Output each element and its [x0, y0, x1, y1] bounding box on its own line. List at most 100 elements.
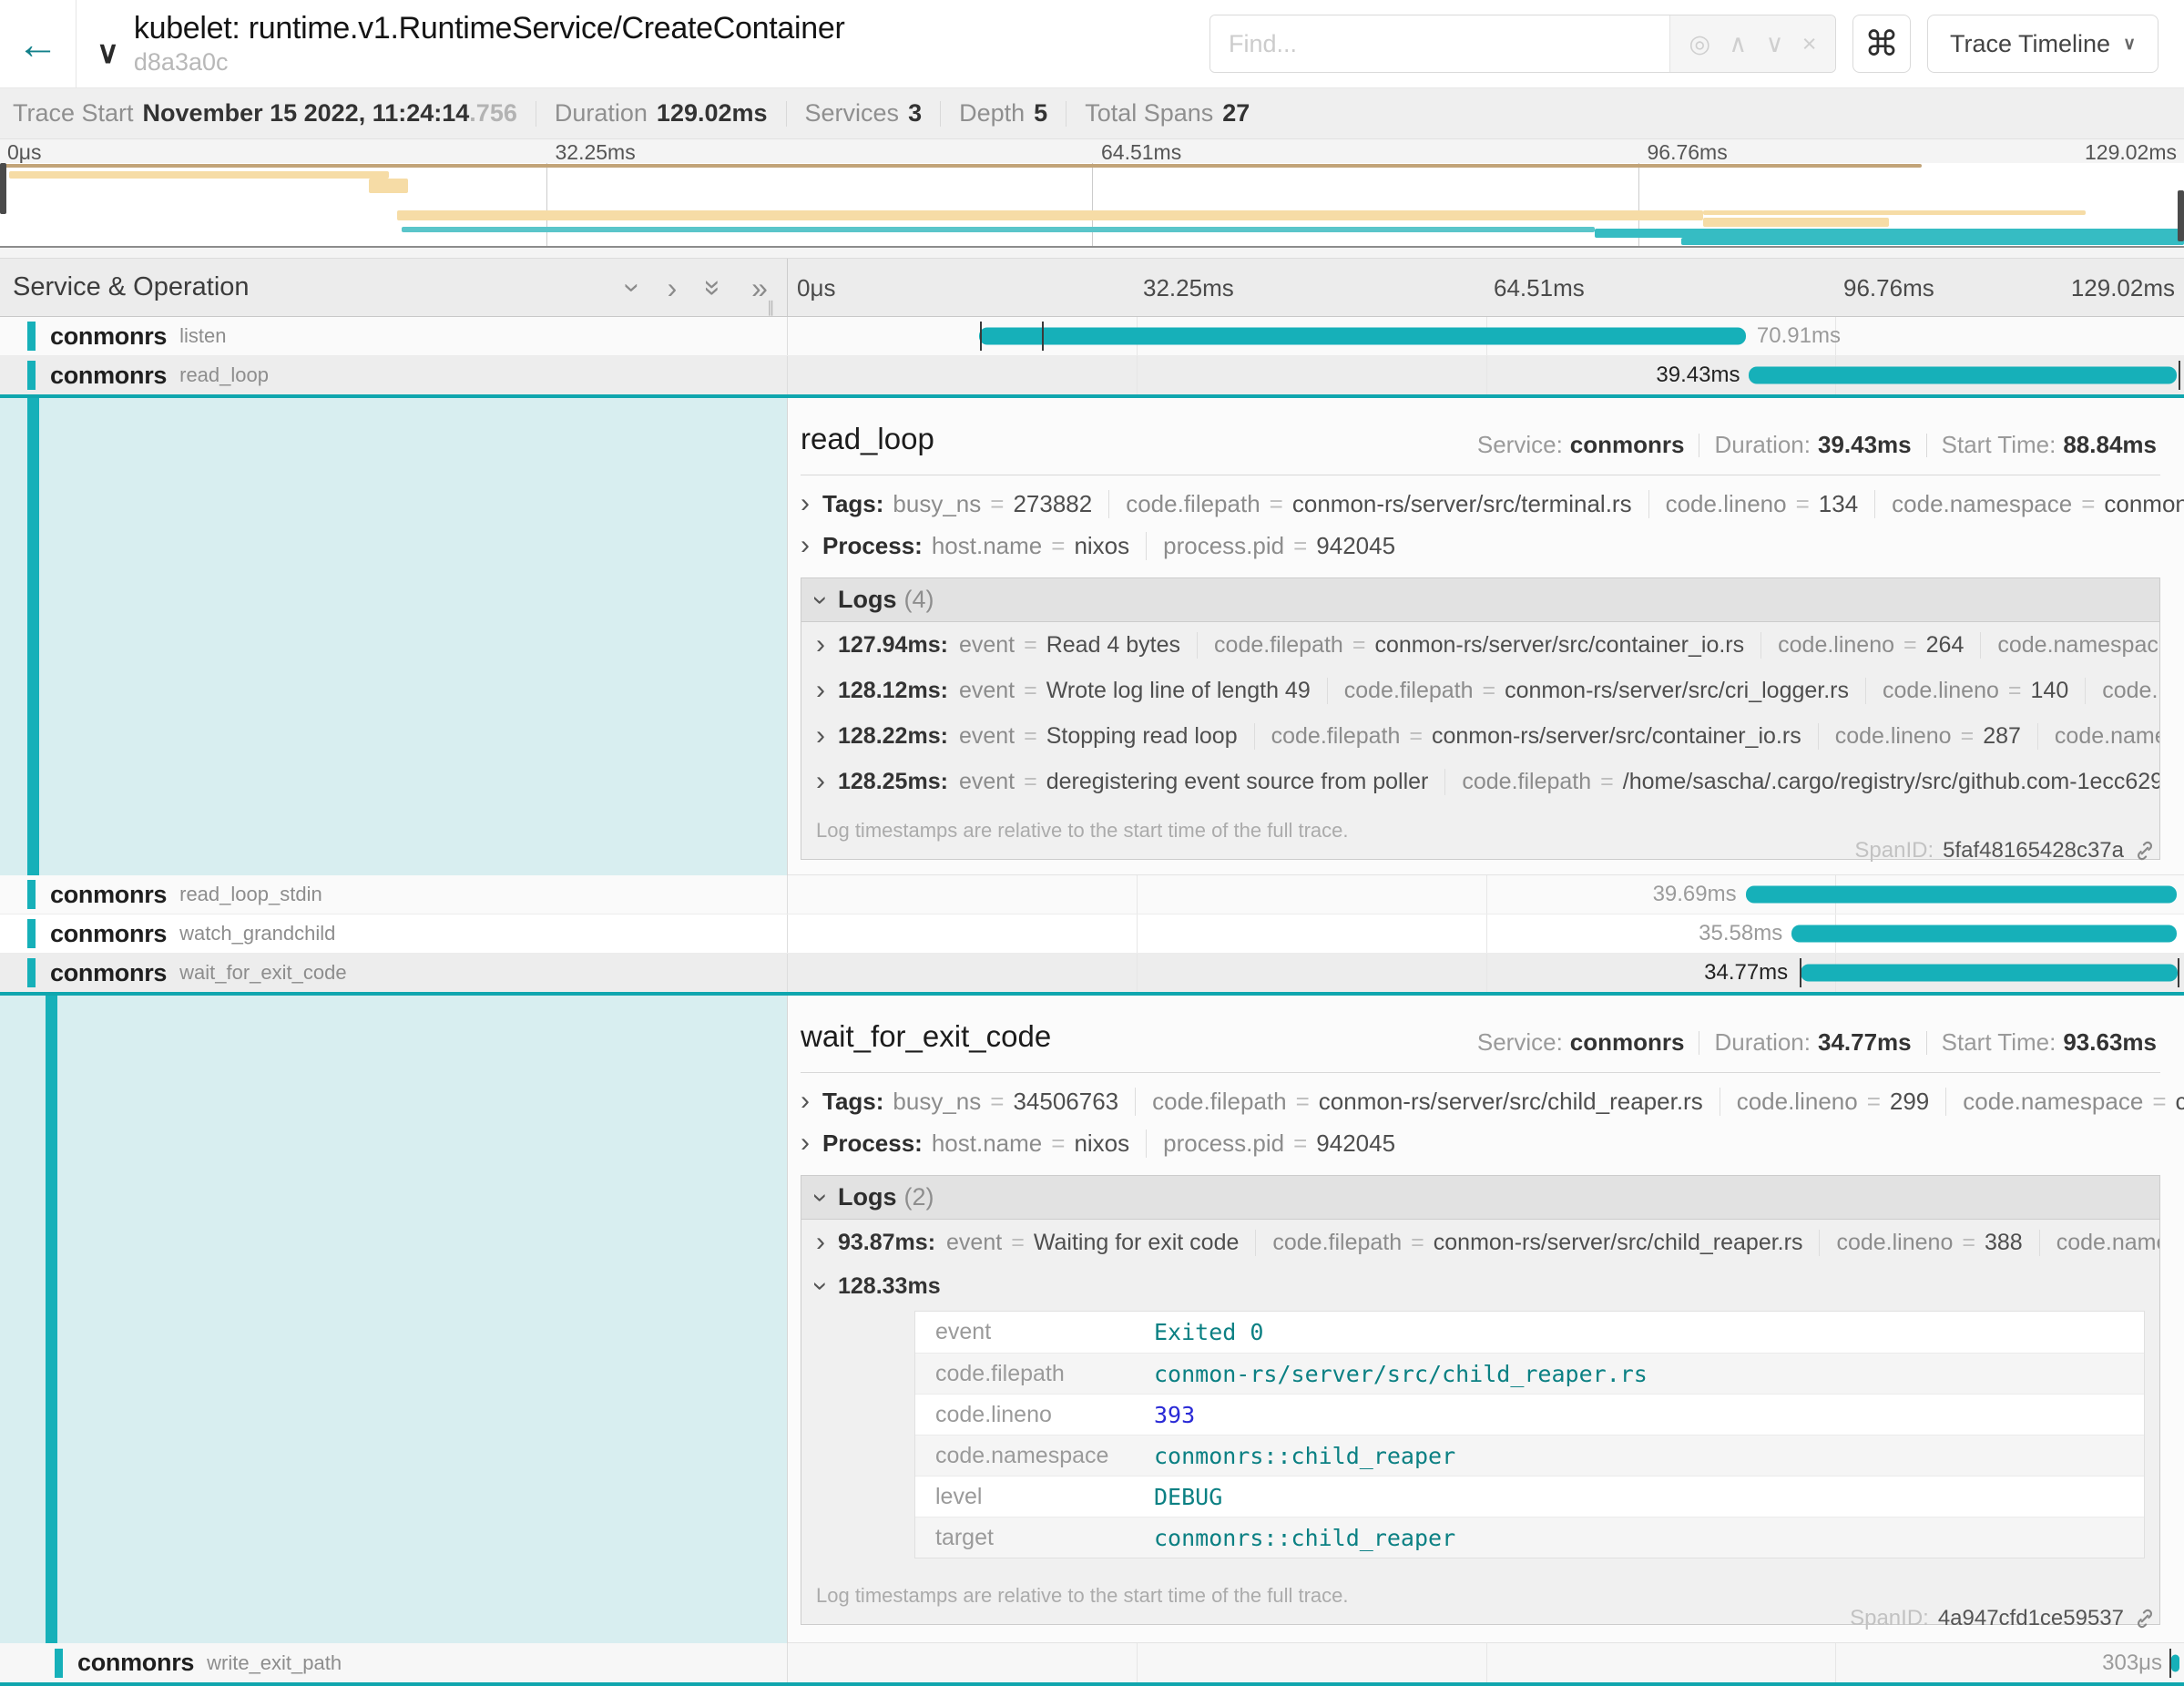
- log-entry-expanded[interactable]: › 128.33ms: [801, 1265, 2159, 1307]
- span-name-cell[interactable]: conmonrs listen: [0, 317, 788, 355]
- minimap-span: [9, 171, 389, 179]
- span-id-row: SpanID:5faf48165428c37a: [1854, 838, 2157, 863]
- process-row[interactable]: › Process: host.name=nixosprocess.pid=94…: [801, 1122, 2184, 1164]
- tag-field: code.namespace=conmonrs::child_reap...: [1945, 1088, 2184, 1116]
- column-resizer[interactable]: ∥: [767, 299, 775, 317]
- log-entry[interactable]: › 93.87ms: event=Waiting for exit codeco…: [801, 1220, 2159, 1265]
- span-bar[interactable]: [2171, 1654, 2179, 1671]
- minimap-canvas[interactable]: [0, 163, 2184, 248]
- depth-value: 5: [1034, 99, 1047, 128]
- span-timeline-cell[interactable]: 34.77ms: [788, 954, 2184, 992]
- minimap-span: [402, 227, 1594, 232]
- service-name: conmonrs: [50, 362, 167, 390]
- log-entry[interactable]: › 128.12ms: event=Wrote log line of leng…: [801, 668, 2159, 713]
- match-highlight-icon[interactable]: ◎: [1689, 30, 1710, 58]
- collapse-title-icon[interactable]: ∨: [97, 37, 119, 68]
- trace-start-label: Trace Start: [13, 99, 134, 128]
- span-bar[interactable]: [1746, 886, 2178, 904]
- find-tools: ◎ ∧ ∨ ×: [1669, 15, 1835, 72]
- operation-name: wait_for_exit_code: [179, 961, 346, 985]
- minimap-span: [1703, 218, 1889, 227]
- minimap-left-handle[interactable]: [0, 163, 6, 214]
- span-row-write_exit_path[interactable]: conmonrs write_exit_path 303μs: [0, 1643, 2184, 1682]
- log-entry[interactable]: › 128.22ms: event=Stopping read loopcode…: [801, 713, 2159, 759]
- span-color-bar: [55, 1649, 63, 1678]
- span-row-wait_for_exit_code[interactable]: conmonrs wait_for_exit_code 34.77ms: [0, 954, 2184, 996]
- span-row-read_loop_stdin[interactable]: conmonrs read_loop_stdin 39.69ms: [0, 875, 2184, 915]
- find-box: ◎ ∧ ∨ ×: [1209, 15, 1836, 73]
- span-name-cell[interactable]: conmonrs read_loop: [0, 356, 788, 394]
- tags-row[interactable]: › Tags: busy_ns=273882code.filepath=conm…: [801, 483, 2184, 525]
- tag-field: event=Waiting for exit code: [941, 1230, 1255, 1256]
- log-entry[interactable]: › 128.25ms: event=deregistering event so…: [801, 759, 2159, 804]
- span-timeline-cell[interactable]: 39.43ms: [788, 356, 2184, 394]
- span-name-cell[interactable]: conmonrs watch_grandchild: [0, 915, 788, 953]
- collapse-one-icon[interactable]: ›: [628, 273, 638, 302]
- logs-header[interactable]: › Logs(4): [801, 578, 2159, 622]
- clear-search-icon[interactable]: ×: [1802, 30, 1817, 58]
- tag-field: code.filepath=/home/sascha/.cargo/regist…: [1444, 769, 2159, 795]
- span-row-listen[interactable]: conmonrs listen 70.91ms: [0, 317, 2184, 356]
- span-row-watch_grandchild[interactable]: conmonrs watch_grandchild 35.58ms: [0, 915, 2184, 954]
- next-match-icon[interactable]: ∨: [1766, 30, 1784, 58]
- operation-name: listen: [179, 324, 226, 348]
- span-bar[interactable]: [1749, 367, 2176, 384]
- tag-field: process.pid=942045: [1146, 532, 1412, 560]
- trace-view-dropdown[interactable]: Trace Timeline ∨: [1927, 15, 2158, 73]
- detail-indent-column: [0, 398, 788, 875]
- collapse-all-icon[interactable]: »: [706, 273, 722, 302]
- tag-field: code.namespace=co...: [2085, 678, 2159, 704]
- span-name-cell[interactable]: conmonrs wait_for_exit_code: [0, 954, 788, 992]
- chevron-right-icon: ›: [816, 1229, 825, 1256]
- span-timeline-cell[interactable]: 35.58ms: [788, 915, 2184, 953]
- tag-field: code.namespace=conmonrs::co...: [1980, 632, 2159, 659]
- chevron-down-icon: ›: [807, 596, 834, 605]
- span-row-read_loop[interactable]: conmonrs read_loop 39.43ms: [0, 356, 2184, 398]
- span-bar[interactable]: [1801, 965, 2178, 982]
- span-duration: 303μs: [2102, 1650, 2162, 1676]
- copy-link-icon[interactable]: [2133, 839, 2157, 863]
- copy-link-icon[interactable]: [2133, 1607, 2157, 1630]
- minimap-span: [369, 179, 408, 193]
- duration-label: Duration: [555, 99, 648, 128]
- minimap-span: [0, 164, 1922, 168]
- keyboard-shortcuts-button[interactable]: ⌘: [1852, 15, 1911, 73]
- process-row[interactable]: › Process: host.name=nixosprocess.pid=94…: [801, 525, 2184, 567]
- back-button[interactable]: ←: [0, 0, 77, 87]
- expand-all-icon[interactable]: »: [751, 273, 768, 302]
- tag-field: event=deregistering event source from po…: [954, 769, 1444, 795]
- tags-row[interactable]: › Tags: busy_ns=34506763code.filepath=co…: [801, 1080, 2184, 1122]
- top-controls: ◎ ∧ ∨ × ⌘ Trace Timeline ∨: [1209, 15, 2158, 73]
- span-timeline-cell[interactable]: 39.69ms: [788, 875, 2184, 914]
- logs-header[interactable]: › Logs(2): [801, 1176, 2159, 1220]
- span-timeline-cell[interactable]: 303μs: [788, 1643, 2184, 1682]
- span-bar[interactable]: [1791, 925, 2177, 943]
- expand-one-icon[interactable]: ›: [668, 273, 678, 302]
- tag-field: busy_ns=34506763: [887, 1088, 1135, 1116]
- process-tag-list: host.name=nixosprocess.pid=942045: [926, 532, 1412, 560]
- log-entry[interactable]: › 127.94ms: event=Read 4 bytescode.filep…: [801, 622, 2159, 668]
- tag-field: code.lineno=299: [1720, 1088, 1946, 1116]
- chevron-right-icon: ›: [816, 768, 825, 795]
- detail-indent-column: [0, 996, 788, 1643]
- timeline-minimap[interactable]: 0μs 32.25ms 64.51ms 96.76ms 129.02ms: [0, 139, 2184, 248]
- chevron-right-icon: ›: [801, 490, 810, 517]
- chevron-right-icon: ›: [801, 1088, 810, 1115]
- chevron-down-icon: ∨: [2123, 34, 2136, 55]
- tag-field: code.lineno=264: [1760, 632, 1980, 659]
- span-id-value: 4a947cfd1ce59537: [1938, 1606, 2124, 1631]
- prev-match-icon[interactable]: ∧: [1729, 30, 1747, 58]
- tree-controls: › › » »: [628, 259, 768, 316]
- tag-field: code.filepath=conmon-rs/server/src/child…: [1255, 1230, 1819, 1256]
- minimap-right-handle[interactable]: [2178, 190, 2184, 241]
- service-name: conmonrs: [50, 959, 167, 987]
- span-name-cell[interactable]: conmonrs write_exit_path: [0, 1643, 788, 1682]
- span-timeline-cell[interactable]: 70.91ms: [788, 317, 2184, 355]
- detail-content: wait_for_exit_code Service:conmonrs Dura…: [788, 996, 2184, 1643]
- span-detail-read_loop: read_loop Service:conmonrs Duration:39.4…: [0, 398, 2184, 875]
- span-name-cell[interactable]: conmonrs read_loop_stdin: [0, 875, 788, 914]
- find-input[interactable]: [1210, 15, 1669, 72]
- span-bar[interactable]: [979, 328, 1746, 345]
- depth-label: Depth: [959, 99, 1025, 128]
- timeline-grid-header: Service & Operation › › » » ∥ 0μs 32.25m…: [0, 258, 2184, 317]
